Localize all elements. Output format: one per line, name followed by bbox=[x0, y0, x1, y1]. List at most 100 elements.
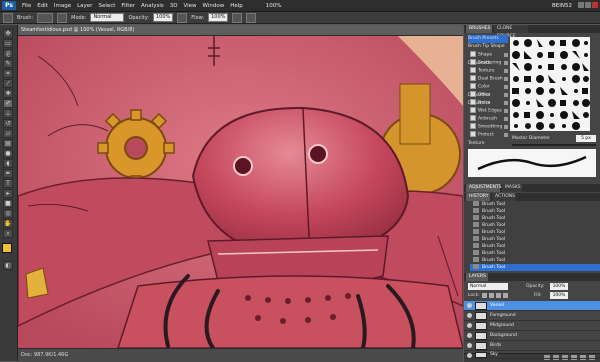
airbrush-icon[interactable] bbox=[232, 12, 243, 23]
tab-actions[interactable]: ACTIONS bbox=[492, 193, 516, 201]
menu-edit[interactable]: Edit bbox=[34, 3, 51, 9]
lock-icon[interactable] bbox=[504, 53, 508, 57]
history-item[interactable]: Brush Tool bbox=[470, 229, 600, 236]
brush-option-tip-shape[interactable]: Brush Tip Shape bbox=[468, 43, 508, 51]
checkbox[interactable] bbox=[470, 83, 476, 89]
menu-3d[interactable]: 3D bbox=[167, 3, 181, 9]
lock-position-icon[interactable] bbox=[496, 293, 501, 298]
eye-icon[interactable] bbox=[467, 343, 472, 348]
checkbox[interactable] bbox=[470, 59, 476, 65]
lock-icon[interactable] bbox=[504, 93, 508, 97]
master-diameter-field[interactable]: 5 px bbox=[576, 135, 596, 142]
zoom-tool-icon[interactable]: ⌕ bbox=[3, 229, 13, 238]
brush-option-protect-texture[interactable]: Protect Texture bbox=[468, 131, 508, 146]
tab-layers[interactable]: LAYERS bbox=[466, 273, 488, 281]
type-tool-icon[interactable]: T bbox=[3, 179, 13, 188]
tab-masks[interactable]: MASKS bbox=[502, 184, 522, 192]
healing-brush-tool-icon[interactable]: ✚ bbox=[3, 89, 13, 98]
layer-row[interactable]: Midground bbox=[464, 321, 600, 331]
eye-icon[interactable] bbox=[467, 323, 472, 328]
mode-select[interactable]: Normal bbox=[90, 13, 125, 22]
tab-history[interactable]: HISTORY bbox=[466, 193, 490, 201]
crop-tool-icon[interactable]: ⌗ bbox=[3, 69, 13, 78]
lock-icon[interactable] bbox=[504, 61, 508, 65]
layer-row[interactable]: Foreground bbox=[464, 311, 600, 321]
menu-image[interactable]: Image bbox=[51, 3, 74, 9]
lock-all-icon[interactable] bbox=[503, 293, 508, 298]
quick-select-tool-icon[interactable]: ✎ bbox=[3, 59, 13, 68]
checkbox[interactable] bbox=[470, 75, 476, 81]
blur-tool-icon[interactable]: ● bbox=[3, 149, 13, 158]
lock-transparent-icon[interactable] bbox=[482, 293, 487, 298]
lock-icon[interactable] bbox=[504, 69, 508, 73]
fill-field[interactable]: 100% bbox=[550, 292, 568, 299]
history-brush-tool-icon[interactable]: ↺ bbox=[3, 119, 13, 128]
menu-file[interactable]: File bbox=[19, 3, 34, 9]
lock-image-icon[interactable] bbox=[489, 293, 494, 298]
menu-select[interactable]: Select bbox=[95, 3, 118, 9]
checkbox[interactable] bbox=[470, 115, 476, 121]
brush-option-noise[interactable]: Noise bbox=[468, 99, 508, 107]
brush-option-color-dynamics[interactable]: Color Dynamics bbox=[468, 83, 508, 98]
minimize-icon[interactable] bbox=[578, 2, 584, 8]
tab-adjustments[interactable]: ADJUSTMENTS bbox=[466, 184, 501, 192]
brush-panel-toggle-icon[interactable] bbox=[57, 12, 68, 23]
lock-icon[interactable] bbox=[504, 101, 508, 105]
lasso-tool-icon[interactable]: ϱ bbox=[3, 49, 13, 58]
lock-icon[interactable] bbox=[504, 133, 508, 137]
diameter-slider[interactable] bbox=[512, 144, 596, 146]
lock-icon[interactable] bbox=[504, 109, 508, 113]
brush-option-other-dynamics[interactable]: Other Dynamics bbox=[468, 91, 508, 106]
menu-layer[interactable]: Layer bbox=[74, 3, 95, 9]
brush-preset-grid[interactable] bbox=[510, 37, 590, 131]
brush-presets-button[interactable]: Brush Presets bbox=[468, 35, 508, 43]
history-item[interactable]: Brush Tool bbox=[470, 257, 600, 264]
path-select-tool-icon[interactable]: ▸ bbox=[3, 189, 13, 198]
checkbox[interactable] bbox=[470, 131, 476, 137]
checkbox[interactable] bbox=[470, 91, 476, 97]
eye-icon[interactable] bbox=[467, 313, 472, 318]
foreground-color-swatch[interactable] bbox=[2, 243, 12, 253]
brush-option-airbrush[interactable]: Airbrush bbox=[468, 115, 508, 123]
history-item-current[interactable]: Brush Tool bbox=[470, 264, 600, 271]
quick-mask-icon[interactable]: ◐ bbox=[3, 261, 13, 270]
history-item[interactable]: Brush Tool bbox=[470, 215, 600, 222]
clone-stamp-tool-icon[interactable]: ⊥ bbox=[3, 109, 13, 118]
checkbox[interactable] bbox=[470, 123, 476, 129]
history-item[interactable]: Brush Tool bbox=[470, 208, 600, 215]
lock-icon[interactable] bbox=[504, 77, 508, 81]
eye-icon[interactable] bbox=[467, 303, 472, 308]
tab-brushes[interactable]: BRUSHES bbox=[466, 25, 492, 33]
brush-preset-picker[interactable] bbox=[37, 12, 54, 23]
3d-rotate-tool-icon[interactable]: ◎ bbox=[3, 209, 13, 218]
close-icon[interactable] bbox=[592, 2, 598, 8]
pressure-size-icon[interactable] bbox=[246, 12, 257, 23]
layer-row[interactable]: Birds bbox=[464, 341, 600, 351]
lock-icon[interactable] bbox=[504, 117, 508, 121]
brush-option-shape-dynamics[interactable]: Shape Dynamics bbox=[468, 51, 508, 66]
marquee-tool-icon[interactable]: ▭ bbox=[3, 39, 13, 48]
layer-opacity-field[interactable]: 100% bbox=[550, 283, 568, 290]
brush-option-dual-brush[interactable]: Dual Brush bbox=[468, 75, 508, 83]
layer-row[interactable]: Sky bbox=[464, 351, 600, 359]
brush-option-scattering[interactable]: Scattering bbox=[468, 59, 508, 67]
dodge-tool-icon[interactable]: ◖ bbox=[3, 159, 13, 168]
eraser-tool-icon[interactable]: ▱ bbox=[3, 129, 13, 138]
layer-row[interactable]: Vessel bbox=[464, 301, 600, 311]
maximize-icon[interactable] bbox=[585, 2, 591, 8]
history-item[interactable]: Brush Tool bbox=[470, 236, 600, 243]
checkbox[interactable] bbox=[470, 107, 476, 113]
brush-tool-icon[interactable] bbox=[3, 12, 13, 23]
shape-tool-icon[interactable]: ■ bbox=[3, 199, 13, 208]
history-item[interactable]: Brush Tool bbox=[470, 222, 600, 229]
layer-row[interactable]: Background bbox=[464, 331, 600, 341]
brush-option-wet-edges[interactable]: Wet Edges bbox=[468, 107, 508, 115]
zoom-level[interactable]: 100% bbox=[266, 3, 282, 9]
pen-tool-icon[interactable]: ✒ bbox=[3, 169, 13, 178]
document-tab[interactable]: Steamfastidious.psd @ 100% (Vessel, RGB/… bbox=[18, 25, 463, 36]
history-item[interactable]: Brush Tool bbox=[470, 243, 600, 250]
tab-clone-source[interactable]: CLONE SOURCE bbox=[494, 25, 528, 39]
opacity-field[interactable]: 100% bbox=[153, 13, 174, 22]
brush-tool-icon[interactable]: ✐ bbox=[3, 99, 13, 108]
brush-option-texture[interactable]: Texture bbox=[468, 67, 508, 75]
